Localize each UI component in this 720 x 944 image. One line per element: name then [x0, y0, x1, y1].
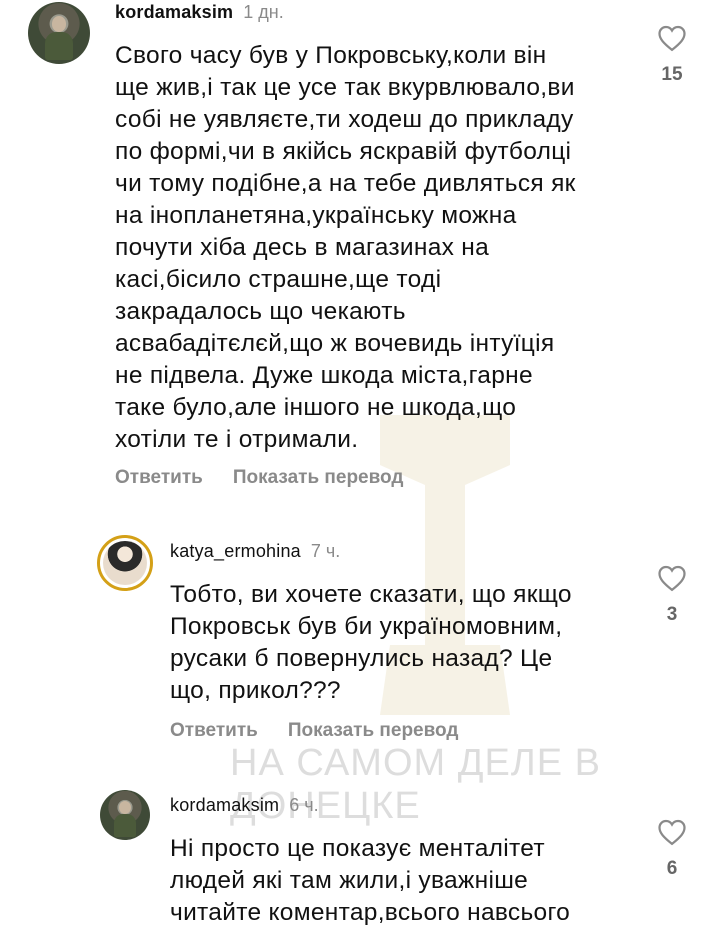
avatar[interactable]	[100, 790, 150, 840]
like-count: 6	[666, 858, 678, 879]
avatar[interactable]	[97, 535, 153, 591]
heart-icon[interactable]	[657, 818, 687, 846]
like-control: 3	[652, 564, 692, 626]
comment-text: Тобто, ви хочете сказати, що якщо Покров…	[170, 581, 572, 704]
comment-actions: Ответить Показать перевод	[115, 467, 433, 489]
comment-meta: kordamaksim 6 ч.	[170, 795, 319, 816]
show-translation-button[interactable]: Показать перевод	[288, 720, 459, 741]
comment-actions: Ответить Показать перевод	[170, 720, 488, 742]
like-control: 15	[652, 24, 692, 86]
reply-button[interactable]: Ответить	[115, 467, 203, 488]
reply-button[interactable]: Ответить	[170, 720, 258, 741]
username[interactable]: katya_ermohina	[170, 541, 301, 561]
username[interactable]: kordamaksim	[115, 2, 233, 22]
timestamp: 6 ч.	[289, 795, 319, 815]
like-count: 15	[661, 64, 683, 85]
avatar[interactable]	[28, 2, 90, 64]
heart-icon[interactable]	[657, 564, 687, 592]
timestamp: 7 ч.	[310, 541, 341, 561]
like-count: 3	[666, 604, 678, 625]
username[interactable]: kordamaksim	[170, 795, 279, 815]
comment-text: Ні просто це показує менталітет людей як…	[170, 835, 571, 926]
comment-text: Свого часу був у Покровську,коли він ще …	[115, 42, 576, 453]
comment-meta: katya_ermohina 7 ч.	[170, 541, 340, 562]
show-translation-button[interactable]: Показать перевод	[233, 467, 404, 488]
heart-icon[interactable]	[657, 24, 687, 52]
like-control: 6	[652, 818, 692, 880]
timestamp: 1 дн.	[243, 2, 284, 22]
comment-meta: kordamaksim 1 дн.	[115, 2, 284, 23]
